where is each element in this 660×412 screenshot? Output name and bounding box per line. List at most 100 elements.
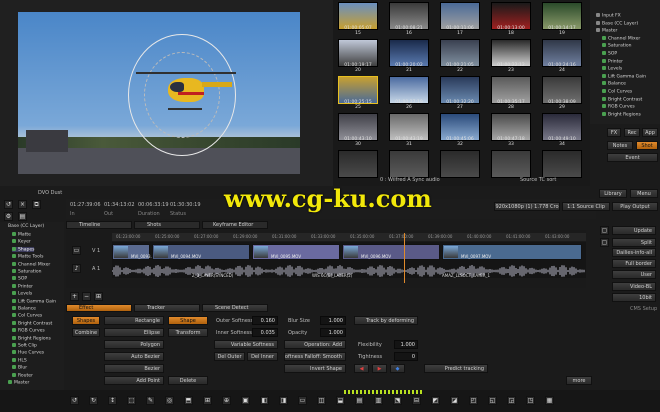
transport-tool-icon[interactable]: ▥: [374, 396, 383, 405]
gallery-thumb[interactable]: [440, 150, 480, 178]
gallery-thumb[interactable]: [338, 150, 378, 178]
tab-scene-detect[interactable]: Scene Detect: [202, 304, 268, 312]
transport-tool-icon[interactable]: ▭: [298, 396, 307, 405]
node-item[interactable]: Printer: [602, 58, 623, 64]
shot-button[interactable]: Shot: [636, 141, 658, 150]
fx-button[interactable]: FX: [607, 128, 621, 137]
transport-tool-icon[interactable]: ▦: [545, 396, 554, 405]
node-item[interactable]: Lift Gamma Gain: [602, 73, 646, 79]
track-fwd-button[interactable]: ▶: [372, 364, 387, 373]
transport-tool-icon[interactable]: ◩: [431, 396, 440, 405]
video-clip[interactable]: MVI_0093.MOV: [112, 244, 161, 260]
transform-button[interactable]: Transform: [168, 328, 208, 337]
left-tree-item[interactable]: Shapes: [12, 246, 35, 253]
zoom-out-icon[interactable]: −: [82, 292, 91, 301]
transport-tool-icon[interactable]: ◎: [165, 396, 174, 405]
left-tree-item[interactable]: Balance: [12, 306, 36, 312]
node-item[interactable]: Master: [596, 28, 617, 34]
transport-tool-icon[interactable]: ↺: [70, 396, 79, 405]
transport-tool-icon[interactable]: ↻: [89, 396, 98, 405]
settings-icon[interactable]: ⚙: [4, 212, 13, 221]
node-item[interactable]: Saturation: [602, 43, 631, 49]
transport-tool-icon[interactable]: ⬔: [393, 396, 402, 405]
notes-button[interactable]: Notes: [607, 141, 633, 150]
source-clip-button[interactable]: 1:1 Source Clip: [562, 202, 610, 211]
tightness-field[interactable]: 0: [394, 352, 418, 361]
menu-button[interactable]: Menu: [630, 189, 658, 198]
operation-button[interactable]: Operation: Add: [284, 340, 346, 349]
transport-tool-icon[interactable]: ◧: [260, 396, 269, 405]
tab-keyframe-editor[interactable]: Keyframe Editor: [202, 221, 268, 229]
gallery-thumb[interactable]: [542, 150, 582, 178]
library-button[interactable]: Library: [599, 189, 627, 198]
gallery-thumb[interactable]: [389, 150, 429, 178]
del-inner-button[interactable]: Del Inner: [247, 352, 278, 361]
tab-tracker[interactable]: Tracker: [134, 304, 200, 312]
user-button[interactable]: User: [612, 270, 656, 279]
tab-shots[interactable]: Shots: [134, 221, 200, 229]
left-tree-item[interactable]: HLS: [12, 357, 27, 363]
track-back-button[interactable]: ◀: [354, 364, 369, 373]
node-item[interactable]: SOP: [602, 51, 617, 57]
left-tree-item[interactable]: Blur: [12, 365, 27, 371]
predict-tracking-button[interactable]: Predict tracking: [424, 364, 488, 373]
track-step-button[interactable]: ◆: [390, 364, 405, 373]
left-tree-item[interactable]: Saturation: [12, 269, 41, 275]
transport-tool-icon[interactable]: ▣: [241, 396, 250, 405]
left-tree-item[interactable]: Master: [8, 380, 29, 386]
right-tool-icon-2[interactable]: ▢: [600, 238, 609, 247]
fit-icon[interactable]: ⊞: [94, 292, 103, 301]
transport-tool-icon[interactable]: ⊕: [222, 396, 231, 405]
layer-icon[interactable]: ▤: [18, 212, 27, 221]
polygon-button[interactable]: Polygon: [104, 340, 164, 349]
app-button[interactable]: App: [642, 128, 658, 137]
tab-effect[interactable]: Effect: [66, 304, 132, 312]
left-tree-item[interactable]: Keyer: [12, 239, 31, 245]
left-tree-item[interactable]: Col Curves: [12, 313, 42, 319]
transport-tool-icon[interactable]: ▤: [355, 396, 364, 405]
transport-tool-icon[interactable]: ⊞: [203, 396, 212, 405]
flexibility-field[interactable]: 1.000: [394, 340, 418, 349]
more-button[interactable]: more: [566, 376, 592, 385]
lock-icon[interactable]: ▭: [72, 246, 81, 255]
node-item[interactable]: Col Curves: [602, 89, 632, 95]
video-clip[interactable]: MVI_0097.MOV: [442, 244, 582, 260]
transport-tool-icon[interactable]: ↕: [108, 396, 117, 405]
rectangle-button[interactable]: Rectangle: [104, 316, 164, 325]
left-tree-item[interactable]: Matte: [12, 232, 31, 238]
play-output-button[interactable]: Play Output: [612, 202, 658, 211]
inner-softness-field[interactable]: 0.035: [252, 328, 278, 337]
combine-button[interactable]: Combine: [72, 328, 100, 337]
full-border-button[interactable]: Full border: [612, 259, 656, 268]
cms-setup-label[interactable]: CMS Setup: [630, 306, 657, 312]
transport-tool-icon[interactable]: ◲: [507, 396, 516, 405]
outer-softness-field[interactable]: 0.160: [252, 316, 278, 325]
invert-shape-button[interactable]: Invert Shape: [284, 364, 346, 373]
left-tree-header[interactable]: Base (CC Layer): [8, 224, 44, 229]
node-item[interactable]: RGB Curves: [602, 104, 635, 110]
track-deforming-button[interactable]: Track by deforming: [354, 316, 418, 325]
bezier-button[interactable]: Bezier: [104, 364, 164, 373]
delete-button[interactable]: Delete: [168, 376, 208, 385]
resolution-button[interactable]: 1920x1080p (1) 1.778 Crop: [494, 202, 560, 211]
left-tree-item[interactable]: Levels: [12, 291, 32, 297]
left-tree-item[interactable]: Bright Contrast: [12, 320, 52, 326]
split-button[interactable]: Split: [612, 238, 656, 247]
softness-falloff-button[interactable]: Softness Falloff: Smooth: [284, 352, 346, 361]
transport-tool-icon[interactable]: ◰: [469, 396, 478, 405]
add-point-button[interactable]: Add Point: [104, 376, 164, 385]
transport-tool-icon[interactable]: ◨: [279, 396, 288, 405]
left-tree-item[interactable]: Bright Regions: [12, 335, 51, 341]
shapes-button[interactable]: Shapes: [72, 316, 100, 325]
left-tree-item[interactable]: Printer: [12, 283, 33, 289]
node-item[interactable]: Base (CC Layer): [596, 20, 638, 26]
transport-tool-icon[interactable]: ⬒: [184, 396, 193, 405]
left-tree-item[interactable]: Router: [12, 372, 33, 378]
left-tree-item[interactable]: SOP: [12, 276, 27, 282]
auto-bezier-button[interactable]: Auto Bezier: [104, 352, 164, 361]
node-item[interactable]: Balance: [602, 81, 626, 87]
delete-icon[interactable]: ×: [18, 200, 27, 209]
right-tool-icon-1[interactable]: ▢: [600, 226, 609, 235]
audio-icon[interactable]: ♪: [72, 264, 81, 273]
left-tree-item[interactable]: RGB Curves: [12, 328, 45, 334]
